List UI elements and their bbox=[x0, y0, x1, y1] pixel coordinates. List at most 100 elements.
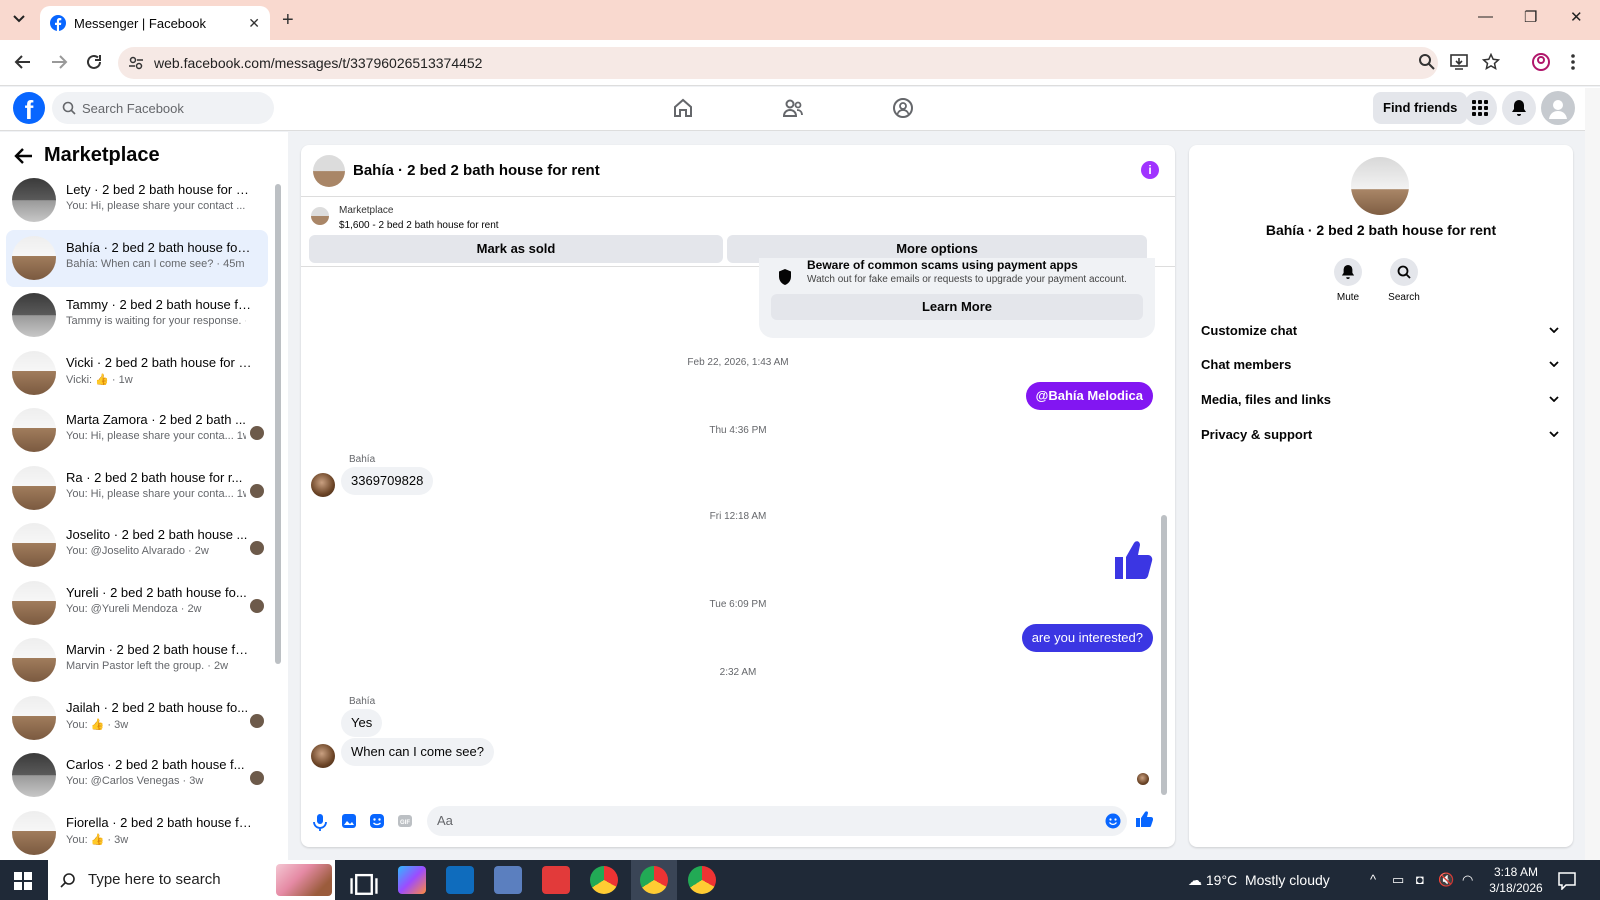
system-clock[interactable]: 3:18 AM 3/18/2026 bbox=[1484, 864, 1548, 896]
outgoing-message[interactable]: are you interested? bbox=[1021, 624, 1153, 652]
conversation-item[interactable]: Tammy · 2 bed 2 bath house for... Tammy i… bbox=[6, 287, 268, 345]
conversation-item[interactable]: Joselito · 2 bed 2 bath house ... You: @J… bbox=[6, 517, 268, 575]
tab-title: Messenger | Facebook bbox=[74, 15, 206, 31]
battery-icon[interactable]: ▭ bbox=[1392, 872, 1404, 888]
sticker-icon[interactable] bbox=[369, 813, 385, 829]
emoji-icon[interactable] bbox=[1105, 813, 1121, 829]
close-window-icon[interactable]: ✕ bbox=[1570, 8, 1583, 26]
profile-icon[interactable] bbox=[1532, 53, 1550, 71]
home-icon[interactable] bbox=[672, 97, 694, 119]
minimize-icon[interactable]: — bbox=[1478, 8, 1493, 25]
install-app-icon[interactable] bbox=[1450, 53, 1468, 71]
gif-icon[interactable]: GIF bbox=[397, 813, 413, 829]
conversation-item[interactable]: Vicki · 2 bed 2 bath house for re... Vick… bbox=[6, 345, 268, 403]
learn-more-button[interactable]: Learn More bbox=[771, 294, 1143, 320]
microphone-icon[interactable] bbox=[313, 813, 327, 831]
photo-icon[interactable] bbox=[341, 813, 357, 829]
conversation-name: Fiorella · 2 bed 2 bath house for... bbox=[66, 814, 252, 830]
facebook-logo-icon[interactable]: f bbox=[13, 92, 45, 125]
restore-icon[interactable]: ❐ bbox=[1524, 8, 1537, 26]
listing-avatar[interactable] bbox=[1351, 157, 1409, 215]
task-view-icon[interactable] bbox=[350, 872, 378, 900]
taskbar-search-box[interactable]: Type here to search bbox=[48, 860, 335, 900]
conversation-info-icon[interactable]: i bbox=[1141, 161, 1159, 179]
anydesk-icon[interactable] bbox=[542, 866, 570, 894]
incoming-message[interactable]: Yes bbox=[341, 709, 383, 737]
conversation-item[interactable]: Bahía · 2 bed 2 bath house for r... Bahía… bbox=[6, 229, 268, 287]
groups-icon[interactable] bbox=[892, 97, 914, 119]
conversation-item[interactable]: Jailah · 2 bed 2 bath house fo... You: 👍 … bbox=[6, 690, 268, 748]
wifi-icon[interactable]: ◠ bbox=[1462, 872, 1473, 888]
seen-avatar bbox=[250, 771, 264, 785]
chat-title[interactable]: Bahía · 2 bed 2 bath house for rent bbox=[353, 162, 600, 179]
back-arrow-icon[interactable] bbox=[14, 53, 32, 71]
forward-arrow-icon[interactable] bbox=[50, 53, 68, 71]
page-scrollbar[interactable] bbox=[1585, 88, 1600, 860]
zoom-icon[interactable] bbox=[1418, 53, 1436, 71]
conversation-item[interactable]: Lety · 2 bed 2 bath house for rent You: H… bbox=[6, 172, 268, 230]
conversation-avatar bbox=[12, 178, 56, 222]
like-send-icon[interactable] bbox=[1135, 810, 1153, 828]
tab-search-menu[interactable] bbox=[8, 8, 30, 30]
conversation-preview: Tammy is waiting for your response. · 6d bbox=[66, 315, 246, 327]
listing-price-title[interactable]: $1,600 - 2 bed 2 bath house for rent bbox=[339, 220, 499, 231]
weather-widget[interactable]: ☁ 19°C Mostly cloudy bbox=[1188, 872, 1330, 889]
tray-chevron-up-icon[interactable]: ^ bbox=[1370, 872, 1376, 887]
conversation-avatar bbox=[12, 350, 56, 395]
conversation-item[interactable]: Marvin · 2 bed 2 bath house for... Marvin… bbox=[6, 632, 268, 690]
listing-thumbnail[interactable] bbox=[311, 207, 329, 225]
url-field[interactable]: web.facebook.com/messages/t/337960265133… bbox=[118, 47, 1438, 79]
conversation-item[interactable]: Marta Zamora · 2 bed 2 bath ... You: Hi, … bbox=[6, 402, 268, 460]
mark-as-sold-button[interactable]: Mark as sold bbox=[309, 235, 723, 263]
thumbs-up-sticker-icon[interactable] bbox=[1113, 539, 1153, 581]
privacy-support-section[interactable]: Privacy & support bbox=[1201, 420, 1561, 450]
section-label: Privacy & support bbox=[1201, 427, 1313, 442]
search-in-chat-button[interactable]: Search bbox=[1379, 258, 1429, 303]
reload-icon[interactable] bbox=[85, 53, 103, 71]
volume-muted-icon[interactable]: 🔇 bbox=[1438, 872, 1454, 888]
sidebar-scrollbar[interactable] bbox=[275, 184, 281, 664]
customize-chat-section[interactable]: Customize chat bbox=[1201, 316, 1561, 346]
new-tab-icon[interactable]: + bbox=[282, 9, 294, 32]
chrome-icon[interactable] bbox=[590, 866, 618, 894]
sender-avatar[interactable] bbox=[311, 473, 335, 497]
message-input[interactable]: Aa bbox=[427, 806, 1127, 836]
browser-tab-messenger[interactable]: Messenger | Facebook ✕ bbox=[40, 6, 270, 40]
incoming-message[interactable]: When can I come see? bbox=[341, 738, 494, 766]
chat-avatar[interactable] bbox=[313, 154, 345, 187]
notifications-button[interactable] bbox=[1502, 91, 1536, 125]
media-files-links-section[interactable]: Media, files and links bbox=[1201, 385, 1561, 415]
mute-button[interactable]: Mute bbox=[1323, 258, 1373, 303]
notification-center-icon[interactable] bbox=[1558, 872, 1576, 890]
camera-icon[interactable]: ◘ bbox=[1416, 872, 1424, 887]
conversation-item[interactable]: Fiorella · 2 bed 2 bath house for... You:… bbox=[6, 805, 268, 863]
site-settings-icon[interactable] bbox=[128, 55, 144, 71]
friends-icon[interactable] bbox=[782, 97, 804, 119]
chat-scrollbar[interactable] bbox=[1161, 515, 1167, 795]
copilot-icon[interactable] bbox=[398, 866, 426, 894]
account-avatar[interactable] bbox=[1541, 91, 1575, 125]
chrome-active-icon[interactable] bbox=[640, 866, 668, 894]
outlook-icon[interactable] bbox=[446, 866, 474, 894]
facebook-search-input[interactable]: Search Facebook bbox=[52, 92, 274, 124]
conversation-item[interactable]: Yureli · 2 bed 2 bath house fo... You: @Y… bbox=[6, 575, 268, 633]
remote-desktop-icon[interactable] bbox=[494, 866, 522, 894]
find-friends-button[interactable]: Find friends bbox=[1373, 92, 1468, 124]
incoming-message[interactable]: 3369709828 bbox=[341, 467, 434, 495]
chrome-profile-icon[interactable] bbox=[688, 866, 716, 894]
back-arrow-icon[interactable] bbox=[14, 147, 34, 165]
menu-grid-button[interactable] bbox=[1463, 91, 1497, 125]
bookmark-star-icon[interactable] bbox=[1482, 53, 1500, 71]
tab-close-icon[interactable]: ✕ bbox=[248, 15, 260, 32]
outgoing-message-mention[interactable]: @Bahía Melodica bbox=[1025, 382, 1153, 410]
conversation-item[interactable]: Carlos · 2 bed 2 bath house f... You: @Ca… bbox=[6, 747, 268, 805]
seen-avatar bbox=[250, 598, 264, 613]
conversation-item[interactable]: Ra · 2 bed 2 bath house for r... You: Hi,… bbox=[6, 460, 268, 518]
sender-avatar[interactable] bbox=[311, 744, 335, 768]
conversation-preview: Bahía: When can I come see? · 45m bbox=[66, 257, 245, 270]
chat-members-section[interactable]: Chat members bbox=[1201, 350, 1561, 380]
shield-icon bbox=[779, 269, 791, 285]
browser-menu-icon[interactable] bbox=[1570, 53, 1576, 71]
search-placeholder: Search Facebook bbox=[82, 100, 184, 116]
windows-start-icon[interactable] bbox=[14, 872, 32, 890]
